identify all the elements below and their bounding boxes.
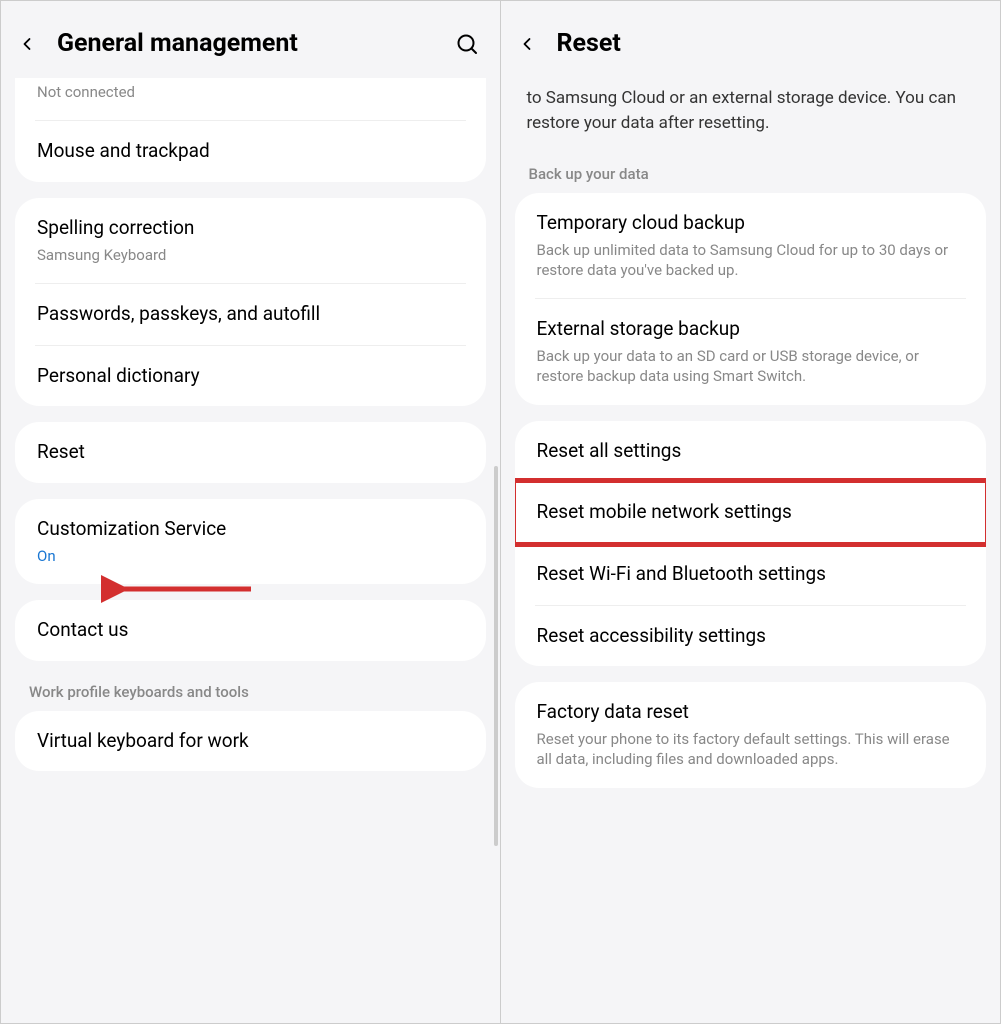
item-sub: Back up your data to an SD card or USB s… [537, 346, 965, 387]
page-title: General management [57, 29, 436, 58]
item-spelling-correction[interactable]: Spelling correction Samsung Keyboard [15, 198, 486, 283]
item-not-connected[interactable]: Not connected [15, 82, 486, 120]
item-contact-us[interactable]: Contact us [15, 600, 486, 661]
item-sub: On [37, 546, 464, 566]
item-title: Reset mobile network settings [537, 500, 965, 525]
item-external-storage-backup[interactable]: External storage backup Back up your dat… [515, 299, 987, 404]
item-reset-accessibility-settings[interactable]: Reset accessibility settings [515, 606, 987, 667]
item-virtual-keyboard-work[interactable]: Virtual keyboard for work [15, 711, 486, 772]
card-connection: Not connected Mouse and trackpad [15, 78, 486, 182]
header: Reset [501, 1, 1001, 86]
intro-text: to Samsung Cloud or an external storage … [501, 86, 1001, 159]
item-title: Passwords, passkeys, and autofill [37, 302, 464, 327]
item-sub: Back up unlimited data to Samsung Cloud … [537, 240, 965, 281]
item-passwords-passkeys-autofill[interactable]: Passwords, passkeys, and autofill [15, 284, 486, 345]
card-work-keyboard: Virtual keyboard for work [15, 711, 486, 772]
item-title: External storage backup [537, 317, 965, 342]
item-temporary-cloud-backup[interactable]: Temporary cloud backup Back up unlimited… [515, 193, 987, 298]
back-icon[interactable] [15, 32, 39, 56]
card-backup: Temporary cloud backup Back up unlimited… [515, 193, 987, 404]
item-mouse-trackpad[interactable]: Mouse and trackpad [15, 121, 486, 182]
item-sub: Samsung Keyboard [37, 245, 464, 265]
item-title: Reset accessibility settings [537, 624, 965, 649]
item-reset-wifi-bluetooth-settings[interactable]: Reset Wi-Fi and Bluetooth settings [515, 544, 987, 605]
card-customization: Customization Service On [15, 499, 486, 584]
item-title: Reset Wi-Fi and Bluetooth settings [537, 562, 965, 587]
item-reset-all-settings[interactable]: Reset all settings [515, 421, 987, 482]
back-icon[interactable] [515, 32, 539, 56]
item-sub: Not connected [37, 82, 464, 102]
item-personal-dictionary[interactable]: Personal dictionary [15, 346, 486, 407]
item-title: Temporary cloud backup [537, 211, 965, 236]
item-reset[interactable]: Reset [15, 422, 486, 483]
search-icon[interactable] [454, 31, 480, 57]
card-factory-reset: Factory data reset Reset your phone to i… [515, 682, 987, 787]
card-reset-options: Reset all settings Reset mobile network … [515, 421, 987, 667]
reset-panel: Reset to Samsung Cloud or an external st… [501, 1, 1001, 1023]
page-title: Reset [557, 29, 981, 58]
header: General management [1, 1, 500, 86]
item-reset-mobile-network-settings[interactable]: Reset mobile network settings [515, 478, 987, 547]
item-customization-service[interactable]: Customization Service On [15, 499, 486, 584]
item-factory-data-reset[interactable]: Factory data reset Reset your phone to i… [515, 682, 987, 787]
item-sub: Reset your phone to its factory default … [537, 729, 965, 770]
item-title: Factory data reset [537, 700, 965, 725]
item-title: Personal dictionary [37, 364, 464, 389]
item-title: Contact us [37, 618, 464, 643]
item-title: Reset [37, 440, 464, 465]
card-reset: Reset [15, 422, 486, 483]
general-management-panel: General management Not connected Mouse a… [1, 1, 501, 1023]
scroll-indicator[interactable] [494, 466, 498, 846]
section-header-work-profile: Work profile keyboards and tools [1, 677, 500, 711]
item-title: Mouse and trackpad [37, 139, 464, 164]
item-title: Customization Service [37, 517, 464, 542]
card-contact: Contact us [15, 600, 486, 661]
item-title: Virtual keyboard for work [37, 729, 464, 754]
item-title: Spelling correction [37, 216, 464, 241]
item-title: Reset all settings [537, 439, 965, 464]
card-keyboard: Spelling correction Samsung Keyboard Pas… [15, 198, 486, 406]
section-header-backup: Back up your data [501, 159, 1001, 193]
